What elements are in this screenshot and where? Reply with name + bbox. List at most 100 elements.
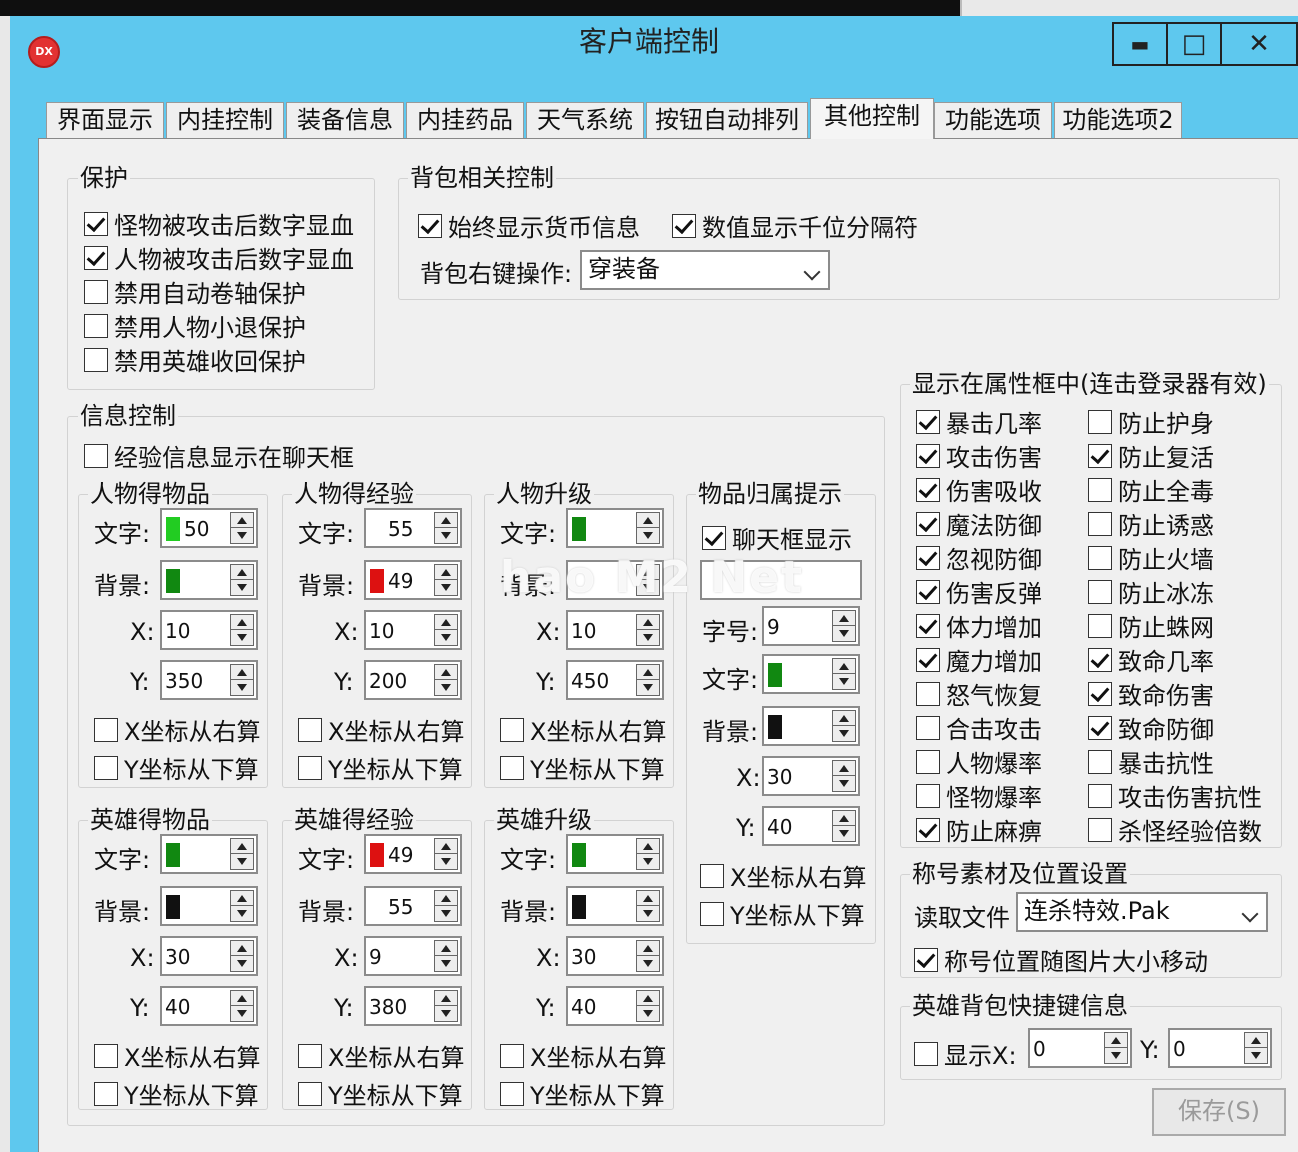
protect-checkbox-3[interactable]: 禁用人物小退保护	[84, 308, 306, 343]
belong-x-right-checkbox[interactable]: X坐标从右算	[700, 858, 866, 893]
stepper-arrows-icon[interactable]	[434, 990, 458, 1022]
stepper-arrows-icon[interactable]	[230, 940, 254, 972]
attr-left-checkbox-12[interactable]: 防止麻痹	[916, 812, 1042, 847]
attr-left-checkbox-8[interactable]: 怒气恢复	[916, 676, 1042, 711]
tab-8[interactable]: 功能选项2	[1054, 102, 1182, 138]
belong-text-color-stepper[interactable]	[762, 654, 860, 694]
stepper-arrows-icon[interactable]	[434, 664, 458, 696]
belong-y-stepper[interactable]: 40	[762, 806, 860, 846]
protect-checkbox-0[interactable]: 怪物被攻击后数字显血	[84, 206, 354, 241]
text-color-stepper[interactable]	[160, 834, 258, 874]
attr-right-checkbox-3[interactable]: 防止诱惑	[1088, 506, 1214, 541]
text-color-stepper[interactable]	[566, 508, 664, 548]
stepper-arrows-icon[interactable]	[636, 940, 660, 972]
text-color-stepper[interactable]: 55	[364, 508, 462, 548]
y-bottom-checkbox[interactable]: Y坐标从下算	[298, 750, 463, 785]
stepper-arrows-icon[interactable]	[636, 614, 660, 646]
text-color-stepper[interactable]	[566, 834, 664, 874]
y-bottom-checkbox[interactable]: Y坐标从下算	[94, 1076, 259, 1111]
stepper-arrows-icon[interactable]	[434, 512, 458, 544]
attr-right-checkbox-1[interactable]: 防止复活	[1088, 438, 1214, 473]
attr-right-checkbox-10[interactable]: 暴击抗性	[1088, 744, 1214, 779]
stepper-arrows-icon[interactable]	[434, 614, 458, 646]
bag-thousand-checkbox[interactable]: 数值显示千位分隔符	[672, 208, 918, 243]
attr-left-checkbox-2[interactable]: 伤害吸收	[916, 472, 1042, 507]
text-color-stepper[interactable]: 49	[364, 834, 462, 874]
stepper-arrows-icon[interactable]	[230, 614, 254, 646]
stepper-arrows-icon[interactable]	[832, 760, 856, 792]
stepper-arrows-icon[interactable]	[434, 838, 458, 870]
y-bottom-checkbox[interactable]: Y坐标从下算	[94, 750, 259, 785]
bg-color-stepper[interactable]	[160, 886, 258, 926]
tab-6[interactable]: 其他控制	[810, 98, 934, 139]
tab-2[interactable]: 装备信息	[286, 102, 404, 138]
close-button[interactable]: ✕	[1220, 22, 1298, 66]
tab-7[interactable]: 功能选项	[934, 102, 1052, 138]
save-button[interactable]: 保存(S)	[1152, 1088, 1286, 1136]
bg-color-stepper[interactable]: 55	[364, 886, 462, 926]
bag-currency-checkbox[interactable]: 始终显示货币信息	[418, 208, 640, 243]
font-size-stepper[interactable]: 9	[762, 606, 860, 646]
y-bottom-checkbox[interactable]: Y坐标从下算	[500, 750, 665, 785]
stepper-arrows-icon[interactable]	[1244, 1032, 1268, 1064]
stepper-arrows-icon[interactable]	[832, 810, 856, 842]
attr-left-checkbox-5[interactable]: 伤害反弹	[916, 574, 1042, 609]
attr-left-checkbox-7[interactable]: 魔力增加	[916, 642, 1042, 677]
belong-chat-checkbox[interactable]: 聊天框显示	[702, 520, 852, 555]
stepper-arrows-icon[interactable]	[636, 838, 660, 870]
file-select[interactable]: 连杀特效.Pak	[1016, 892, 1268, 932]
tab-1[interactable]: 内挂控制	[166, 102, 284, 138]
x-stepper[interactable]: 30	[160, 936, 258, 976]
belong-x-stepper[interactable]: 30	[762, 756, 860, 796]
attr-right-checkbox-11[interactable]: 攻击伤害抗性	[1088, 778, 1262, 813]
attr-right-checkbox-9[interactable]: 致命防御	[1088, 710, 1214, 745]
attr-right-checkbox-4[interactable]: 防止火墙	[1088, 540, 1214, 575]
attr-right-checkbox-0[interactable]: 防止护身	[1088, 404, 1214, 439]
x-stepper[interactable]: 30	[566, 936, 664, 976]
stepper-arrows-icon[interactable]	[230, 890, 254, 922]
stepper-arrows-icon[interactable]	[230, 838, 254, 870]
attr-right-checkbox-12[interactable]: 杀怪经验倍数	[1088, 812, 1262, 847]
stepper-arrows-icon[interactable]	[230, 664, 254, 696]
stepper-arrows-icon[interactable]	[636, 512, 660, 544]
y-bottom-checkbox[interactable]: Y坐标从下算	[298, 1076, 463, 1111]
tab-3[interactable]: 内挂药品	[406, 102, 524, 138]
x-right-checkbox[interactable]: X坐标从右算	[94, 1038, 260, 1073]
y-stepper[interactable]: 40	[566, 986, 664, 1026]
bg-color-stepper[interactable]	[566, 886, 664, 926]
attr-left-checkbox-4[interactable]: 忽视防御	[916, 540, 1042, 575]
tab-5[interactable]: 按钮自动排列	[646, 102, 808, 138]
x-stepper[interactable]: 10	[160, 610, 258, 650]
stepper-arrows-icon[interactable]	[434, 890, 458, 922]
x-stepper[interactable]: 10	[566, 610, 664, 650]
stepper-arrows-icon[interactable]	[434, 564, 458, 596]
attr-left-checkbox-11[interactable]: 怪物爆率	[916, 778, 1042, 813]
protect-checkbox-1[interactable]: 人物被攻击后数字显血	[84, 240, 354, 275]
attr-right-checkbox-6[interactable]: 防止蛛网	[1088, 608, 1214, 643]
protect-checkbox-4[interactable]: 禁用英雄收回保护	[84, 342, 306, 377]
stepper-arrows-icon[interactable]	[636, 890, 660, 922]
tab-0[interactable]: 界面显示	[46, 102, 164, 138]
y-bottom-checkbox[interactable]: Y坐标从下算	[500, 1076, 665, 1111]
y-stepper[interactable]: 450	[566, 660, 664, 700]
attr-right-checkbox-8[interactable]: 致命伤害	[1088, 676, 1214, 711]
stepper-arrows-icon[interactable]	[230, 512, 254, 544]
attr-left-checkbox-1[interactable]: 攻击伤害	[916, 438, 1042, 473]
stepper-arrows-icon[interactable]	[1104, 1032, 1128, 1064]
stepper-arrows-icon[interactable]	[832, 610, 856, 642]
stepper-arrows-icon[interactable]	[636, 990, 660, 1022]
x-right-checkbox[interactable]: X坐标从右算	[500, 1038, 666, 1073]
text-color-stepper[interactable]: 50	[160, 508, 258, 548]
chat-exp-checkbox[interactable]: 经验信息显示在聊天框	[84, 438, 354, 473]
bag-rightclick-select[interactable]: 穿装备	[580, 250, 830, 290]
attr-left-checkbox-10[interactable]: 人物爆率	[916, 744, 1042, 779]
attr-left-checkbox-0[interactable]: 暴击几率	[916, 404, 1042, 439]
y-stepper[interactable]: 380	[364, 986, 462, 1026]
attr-left-checkbox-9[interactable]: 合击攻击	[916, 710, 1042, 745]
y-stepper[interactable]: 350	[160, 660, 258, 700]
x-right-checkbox[interactable]: X坐标从右算	[298, 712, 464, 747]
attr-right-checkbox-2[interactable]: 防止全毒	[1088, 472, 1214, 507]
attr-right-checkbox-5[interactable]: 防止冰冻	[1088, 574, 1214, 609]
y-stepper[interactable]: 40	[160, 986, 258, 1026]
stepper-arrows-icon[interactable]	[832, 710, 856, 742]
